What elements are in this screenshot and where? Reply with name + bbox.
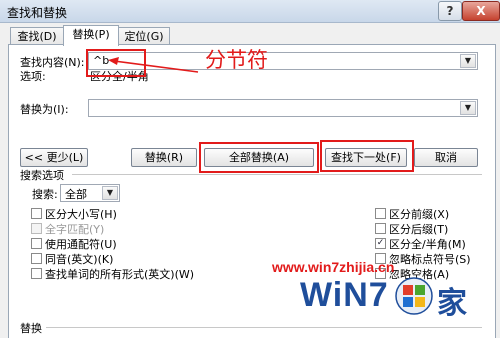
annotation-arrow [108, 57, 199, 73]
replace-input[interactable]: ▼ [88, 99, 478, 117]
watermark-logo: WiN7 [300, 276, 389, 314]
highlight-box-find-next [320, 140, 414, 172]
match-width-label: 区分全/半角(M) [389, 238, 466, 251]
all-word-forms-checkbox[interactable] [31, 268, 42, 279]
sounds-like-checkbox[interactable] [31, 253, 42, 264]
sounds-like-label: 同音(英文)(K) [45, 253, 114, 266]
chevron-down-icon[interactable]: ▼ [460, 54, 476, 68]
replace-label: 替换为(I): [20, 103, 69, 116]
match-case-checkbox[interactable] [31, 208, 42, 219]
match-prefix-label: 区分前缀(X) [389, 208, 450, 221]
help-button[interactable]: ? [438, 1, 462, 21]
search-options-title: 搜索选项 [20, 169, 64, 182]
wildcards-checkbox[interactable] [31, 238, 42, 249]
match-suffix-checkbox[interactable] [375, 223, 386, 234]
search-scope-value: 全部 [65, 188, 87, 201]
search-scope-label: 搜索: [32, 188, 58, 201]
watermark-url: www.win7zhijia.cn [272, 259, 395, 275]
chevron-down-icon[interactable]: ▼ [460, 101, 476, 115]
cancel-button[interactable]: 取消 [414, 148, 478, 167]
less-button[interactable]: << 更少(L) [20, 148, 88, 167]
windows-flag-icon [395, 277, 433, 315]
replace-section-divider [46, 327, 482, 328]
window-title: 查找和替换 [7, 6, 68, 20]
tab-replace[interactable]: 替换(P) [63, 25, 119, 46]
annotation-text: 分节符 [205, 48, 268, 72]
wildcards-label: 使用通配符(U) [45, 238, 117, 251]
highlight-box-replace-all [199, 142, 319, 173]
search-scope-select[interactable]: 全部 ▼ [60, 184, 120, 202]
match-suffix-label: 区分后缀(T) [389, 223, 449, 236]
chevron-down-icon[interactable]: ▼ [102, 186, 118, 200]
whole-word-label: 全字匹配(Y) [45, 223, 105, 236]
find-replace-dialog: 查找和替换 ? X 查找(D) 替换(P) 定位(G) 查找内容(N): ^b … [0, 0, 500, 338]
close-button[interactable]: X [462, 1, 500, 21]
title-bar[interactable]: 查找和替换 ? X [0, 0, 500, 23]
options-label: 选项: [20, 70, 46, 83]
search-options-divider [72, 174, 482, 175]
match-width-checkbox[interactable]: ✓ [375, 238, 386, 249]
match-prefix-checkbox[interactable] [375, 208, 386, 219]
replace-section-title: 替换 [20, 322, 42, 335]
ignore-punctuation-label: 忽略标点符号(S) [389, 253, 471, 266]
watermark-logo-suffix: 家 [437, 286, 467, 321]
all-word-forms-label: 查找单词的所有形式(英文)(W) [45, 268, 195, 281]
replace-button[interactable]: 替换(R) [131, 148, 197, 167]
match-case-label: 区分大小写(H) [45, 208, 117, 221]
whole-word-checkbox[interactable] [31, 223, 42, 234]
